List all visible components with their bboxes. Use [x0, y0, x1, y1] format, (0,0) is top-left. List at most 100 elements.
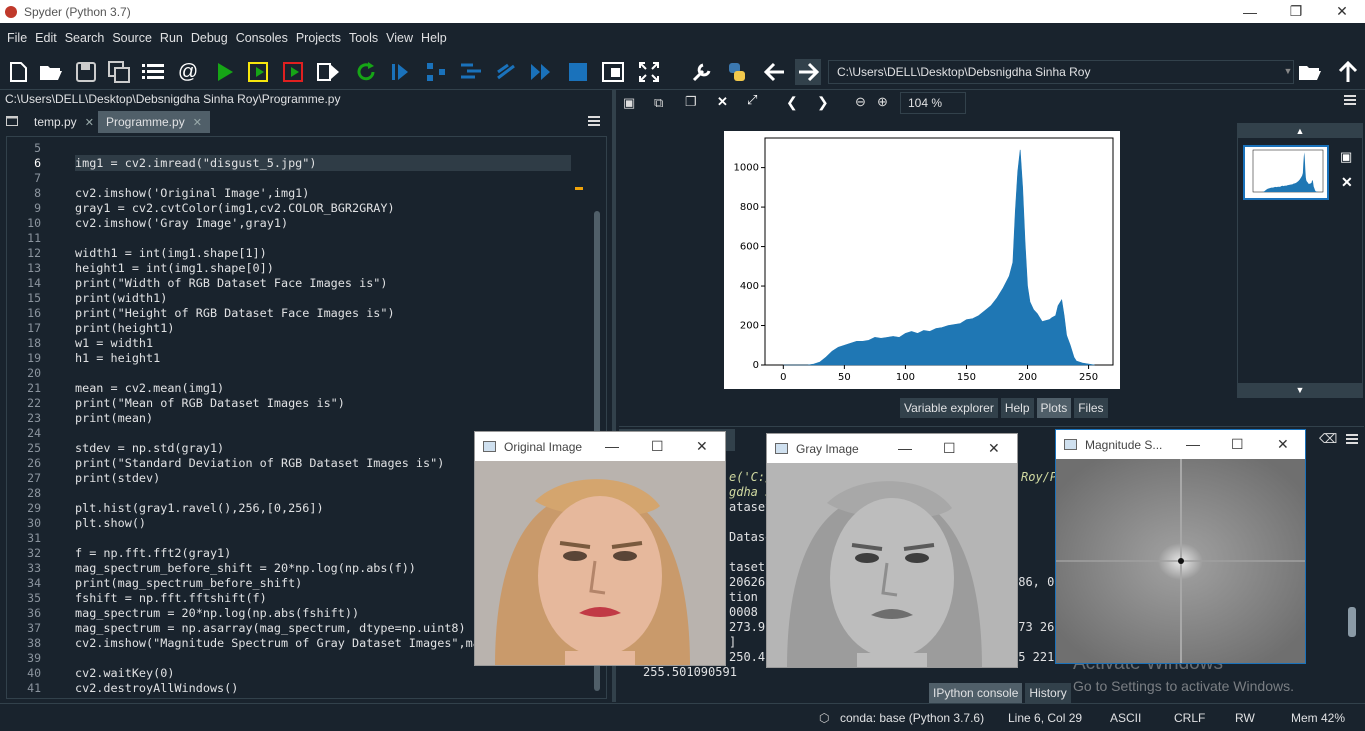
- thumbs-scroll-down-icon[interactable]: ▼: [1238, 383, 1362, 397]
- at-sign-icon[interactable]: @: [175, 59, 201, 85]
- close-tab-icon[interactable]: ✕: [85, 117, 94, 129]
- menu-edit[interactable]: Edit: [31, 31, 61, 45]
- previous-plot-icon[interactable]: ❮: [786, 94, 798, 111]
- run-icon[interactable]: [212, 59, 238, 85]
- browse-tabs-icon[interactable]: [2, 111, 22, 133]
- browse-folder-icon[interactable]: [1297, 59, 1323, 85]
- open-file-icon[interactable]: [38, 59, 64, 85]
- minimize-button[interactable]: —: [898, 440, 912, 456]
- next-plot-icon[interactable]: ❯: [817, 94, 829, 111]
- tab-help[interactable]: Help: [1000, 398, 1034, 418]
- menu-view[interactable]: View: [382, 31, 417, 45]
- python-path-icon[interactable]: [724, 59, 750, 85]
- tab-plots[interactable]: Plots: [1036, 398, 1072, 418]
- menu-search[interactable]: Search: [61, 31, 109, 45]
- menu-source[interactable]: Source: [108, 31, 156, 45]
- console-options-menu-icon[interactable]: [1346, 433, 1358, 447]
- forward-arrow-icon[interactable]: [795, 59, 821, 85]
- plot-thumbnail[interactable]: [1243, 145, 1329, 200]
- zoom-level-field[interactable]: 104 %: [900, 92, 966, 114]
- console-scrollbar-thumb[interactable]: [1348, 607, 1356, 637]
- x-tick-label: 100: [896, 372, 915, 383]
- menu-run[interactable]: Run: [156, 31, 187, 45]
- back-arrow-icon[interactable]: [762, 59, 788, 85]
- new-file-icon[interactable]: [5, 59, 31, 85]
- thumbs-scroll-up-icon[interactable]: ▲: [1238, 124, 1362, 138]
- maximize-button[interactable]: ☐: [651, 438, 664, 455]
- working-directory-input[interactable]: C:\Users\DELL\Desktop\Debsnigdha Sinha R…: [828, 60, 1294, 84]
- tab-history[interactable]: History: [1025, 683, 1071, 703]
- line-number: 37: [27, 621, 41, 635]
- outline-icon[interactable]: [140, 59, 166, 85]
- zoom-out-icon[interactable]: ⊖: [855, 94, 866, 110]
- stop-debug-icon[interactable]: [565, 59, 591, 85]
- step-into-icon[interactable]: [458, 59, 484, 85]
- histogram-plot[interactable]: 0 50 100 150 200 250 0 200 400 600 800 1000: [724, 131, 1120, 389]
- save-all-plots-icon[interactable]: ⧉: [654, 95, 663, 111]
- menu-tools[interactable]: Tools: [345, 31, 382, 45]
- original-face-image: [475, 461, 725, 665]
- save-icon[interactable]: [73, 59, 99, 85]
- code-line: print("Standard Deviation of RGB Dataset…: [75, 456, 445, 470]
- menu-file[interactable]: File: [3, 31, 31, 45]
- plots-options-menu-icon[interactable]: [1344, 94, 1356, 108]
- menu-debug[interactable]: Debug: [187, 31, 232, 45]
- editor-options-menu-icon[interactable]: [580, 111, 608, 133]
- remove-plot-icon[interactable]: ✕: [717, 94, 728, 110]
- save-thumb-icon[interactable]: ▣: [1340, 149, 1352, 165]
- menu-consoles[interactable]: Consoles: [232, 31, 292, 45]
- minimize-button[interactable]: —: [1227, 0, 1273, 23]
- step-return-icon[interactable]: [493, 59, 519, 85]
- window-titlebar[interactable]: Gray Image: [767, 434, 1017, 463]
- code-line: h1 = height1: [75, 351, 161, 365]
- console-line: 255.501090591: [643, 665, 737, 676]
- code-line: mag_spectrum = 20*np.log(np.abs(fshift)): [75, 606, 360, 620]
- window-titlebar[interactable]: Original Image: [475, 432, 725, 461]
- run-cell-advance-icon[interactable]: [281, 59, 307, 85]
- maximize-button[interactable]: ❐: [1273, 0, 1319, 23]
- maximize-pane-icon[interactable]: [600, 59, 626, 85]
- menu-help[interactable]: Help: [417, 31, 451, 45]
- x-tick-label: 150: [957, 372, 976, 383]
- tab-label: temp.py: [34, 115, 77, 129]
- remove-all-plots-icon[interactable]: ⤢: [747, 92, 757, 108]
- run-cell-icon[interactable]: [246, 59, 272, 85]
- save-all-icon[interactable]: [106, 59, 132, 85]
- close-tab-icon[interactable]: ✕: [193, 117, 202, 129]
- save-plot-icon[interactable]: ▣: [623, 95, 635, 111]
- fullscreen-icon[interactable]: [636, 59, 662, 85]
- step-icon[interactable]: [423, 59, 449, 85]
- tab-ipython-console[interactable]: IPython console: [929, 683, 1023, 703]
- chevron-down-icon[interactable]: ▼: [1283, 64, 1293, 78]
- original-image-window[interactable]: Original Image — ☐ ✕: [474, 431, 726, 666]
- gray-image-window[interactable]: Gray Image — ☐ ✕: [766, 433, 1018, 668]
- line-number: 17: [27, 321, 41, 335]
- close-thumb-icon[interactable]: ✕: [1341, 174, 1353, 191]
- rerun-icon[interactable]: [353, 59, 379, 85]
- zoom-in-icon[interactable]: ⊕: [877, 94, 888, 110]
- line-number: 30: [27, 516, 41, 530]
- continue-icon[interactable]: [528, 59, 554, 85]
- minimize-button[interactable]: —: [1186, 436, 1200, 452]
- run-selection-icon[interactable]: [316, 59, 342, 85]
- close-window-button[interactable]: ✕: [696, 438, 708, 455]
- close-window-button[interactable]: ✕: [1277, 436, 1289, 453]
- preferences-wrench-icon[interactable]: [689, 59, 715, 85]
- tab-variable-explorer[interactable]: Variable explorer: [900, 398, 998, 418]
- parent-dir-arrow-icon[interactable]: [1335, 59, 1361, 85]
- window-titlebar[interactable]: Magnitude S...: [1056, 430, 1305, 459]
- close-window-button[interactable]: ✕: [1319, 0, 1365, 23]
- clear-console-icon[interactable]: ⌫: [1319, 431, 1337, 447]
- menu-projects[interactable]: Projects: [292, 31, 345, 45]
- y-tick-label: 800: [740, 202, 759, 213]
- tab-programme-py[interactable]: Programme.py ✕: [98, 111, 210, 133]
- maximize-button[interactable]: ☐: [1231, 436, 1244, 453]
- magnitude-spectrum-window[interactable]: Magnitude S... — ☐ ✕: [1055, 429, 1306, 664]
- copy-plot-icon[interactable]: ❐: [685, 94, 697, 110]
- tab-files[interactable]: Files: [1074, 398, 1108, 418]
- close-window-button[interactable]: ✕: [988, 440, 1000, 457]
- tab-temp-py[interactable]: temp.py ✕: [26, 111, 102, 133]
- debug-icon[interactable]: [388, 59, 414, 85]
- minimize-button[interactable]: —: [605, 438, 619, 454]
- maximize-button[interactable]: ☐: [943, 440, 956, 457]
